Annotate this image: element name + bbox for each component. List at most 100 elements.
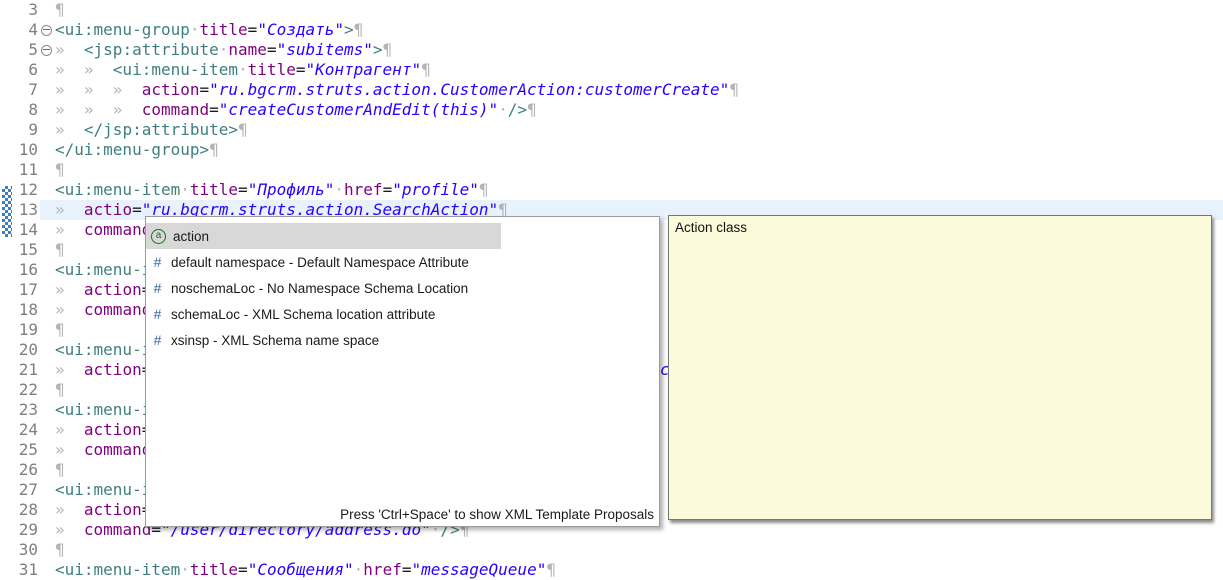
fold-gutter	[38, 460, 55, 480]
fold-gutter	[38, 540, 55, 560]
fold-gutter	[38, 280, 55, 300]
code-token: »	[55, 220, 84, 239]
code-token: »	[55, 300, 84, 319]
line-number[interactable]: 31	[0, 560, 38, 580]
code-text: <ui:menu-group·title="Создать">¶	[55, 20, 1223, 40]
code-line[interactable]: 4 <ui:menu-group·title="Создать">¶	[0, 20, 1223, 40]
line-number[interactable]: 5	[0, 40, 38, 60]
line-number[interactable]: 30	[0, 540, 38, 560]
code-token: ¶	[527, 100, 537, 119]
line-number[interactable]: 10	[0, 140, 38, 160]
fold-gutter	[38, 520, 55, 540]
fold-gutter	[38, 260, 55, 280]
code-token: ¶	[55, 460, 65, 479]
code-token: </jsp:attribute>	[84, 120, 238, 139]
code-token: » »	[55, 60, 113, 79]
completion-item-label: default namespace - Default Namespace At…	[171, 255, 469, 270]
line-number[interactable]: 19	[0, 320, 38, 340]
code-token: command	[84, 520, 151, 539]
completion-item-label: noschemaLoc - No Namespace Schema Locati…	[171, 281, 468, 296]
fold-gutter	[38, 200, 55, 220]
line-number[interactable]: 20	[0, 340, 38, 360]
line-number[interactable]: 27	[0, 480, 38, 500]
line-number[interactable]: 28	[0, 500, 38, 520]
fold-gutter	[38, 120, 55, 140]
code-token: ¶	[354, 20, 364, 39]
code-line[interactable]: 30¶	[0, 540, 1223, 560]
code-text: » » » command="createCustomerAndEdit(thi…	[55, 100, 1223, 120]
line-number[interactable]: 18	[0, 300, 38, 320]
code-token: ·	[180, 180, 190, 199]
completion-item[interactable]: aaction	[146, 223, 501, 249]
line-number[interactable]: 15	[0, 240, 38, 260]
code-line[interactable]: 31 <ui:menu-item·title="Сообщения"·href="…	[0, 560, 1223, 580]
fold-gutter	[38, 380, 55, 400]
code-token: »	[55, 420, 84, 439]
hash-icon: #	[151, 280, 164, 296]
line-number[interactable]: 21	[0, 360, 38, 380]
code-line[interactable]: 9 » </jsp:attribute>¶	[0, 120, 1223, 140]
line-number[interactable]: 23	[0, 400, 38, 420]
collapse-toggle-icon[interactable]	[38, 20, 55, 40]
line-number[interactable]: 24	[0, 420, 38, 440]
fold-gutter	[38, 440, 55, 460]
completion-item[interactable]: # default namespace - Default Namespace A…	[146, 249, 501, 275]
code-token: »	[55, 280, 84, 299]
code-text: <ui:menu-item·title="Сообщения"·href="me…	[55, 560, 1223, 580]
code-token: "Профиль"	[248, 180, 335, 199]
fold-gutter	[38, 60, 55, 80]
attribute-icon: a	[151, 229, 166, 244]
code-token: » » »	[55, 80, 142, 99]
code-text: <ui:menu-item·title="Профиль"·href="prof…	[55, 180, 1223, 200]
fold-gutter	[38, 160, 55, 180]
code-token: "Создать"	[257, 20, 344, 39]
code-token: »	[55, 520, 84, 539]
code-token: ·	[334, 180, 344, 199]
line-number[interactable]: 29	[0, 520, 38, 540]
line-number[interactable]: 25	[0, 440, 38, 460]
line-number[interactable]: 16	[0, 260, 38, 280]
line-number[interactable]: 6	[0, 60, 38, 80]
code-text: » <jsp:attribute·name="subitems">¶	[55, 40, 1223, 60]
line-number[interactable]: 26	[0, 460, 38, 480]
code-token: <ui:menu-item	[113, 60, 238, 79]
code-line[interactable]: 6» » <ui:menu-item·title="Контрагент"¶	[0, 60, 1223, 80]
code-token: >	[373, 40, 383, 59]
code-line[interactable]: 8 » » » command="createCustomerAndEdit(th…	[0, 100, 1223, 120]
line-number[interactable]: 22	[0, 380, 38, 400]
line-number[interactable]: 8	[0, 100, 38, 120]
code-token: action	[84, 420, 142, 439]
code-token: actio	[84, 200, 132, 219]
code-line[interactable]: 10</ui:menu-group>¶	[0, 140, 1223, 160]
completion-item[interactable]: # noschemaLoc - No Namespace Schema Locat…	[146, 275, 501, 301]
code-token: >	[344, 20, 354, 39]
code-line[interactable]: 11¶	[0, 160, 1223, 180]
code-token: command	[84, 440, 151, 459]
line-number[interactable]: 7	[0, 80, 38, 100]
line-number[interactable]: 17	[0, 280, 38, 300]
code-text: ¶	[55, 0, 1223, 20]
code-token: »	[55, 500, 84, 519]
code-text: » </jsp:attribute>¶	[55, 120, 1223, 140]
code-line[interactable]: 3¶	[0, 0, 1223, 20]
code-line[interactable]: 5 » <jsp:attribute·name="subitems">¶	[0, 40, 1223, 60]
fold-gutter	[38, 140, 55, 160]
line-number[interactable]: 3	[0, 0, 38, 20]
code-token: ¶	[729, 80, 739, 99]
code-line[interactable]: 12<ui:menu-item·title="Профиль"·href="pr…	[0, 180, 1223, 200]
completion-item[interactable]: #schemaLoc - XML Schema location attribu…	[146, 301, 501, 327]
fold-gutter	[38, 0, 55, 20]
hash-icon: #	[151, 254, 164, 270]
code-line[interactable]: 7» » » action="ru.bgcrm.struts.action.Cu…	[0, 80, 1223, 100]
collapse-toggle-icon[interactable]	[38, 40, 55, 60]
code-token: ¶	[479, 180, 489, 199]
line-number[interactable]: 4	[0, 20, 38, 40]
code-token: ¶	[209, 140, 219, 159]
completion-item[interactable]: #xsinsp - XML Schema name space	[146, 327, 501, 353]
code-token: "profile"	[392, 180, 479, 199]
code-token: <ui:menu-group	[55, 20, 190, 39]
line-number[interactable]: 11	[0, 160, 38, 180]
code-token: command	[84, 220, 151, 239]
line-number[interactable]: 9	[0, 120, 38, 140]
range-indicator-annotation	[2, 186, 12, 237]
